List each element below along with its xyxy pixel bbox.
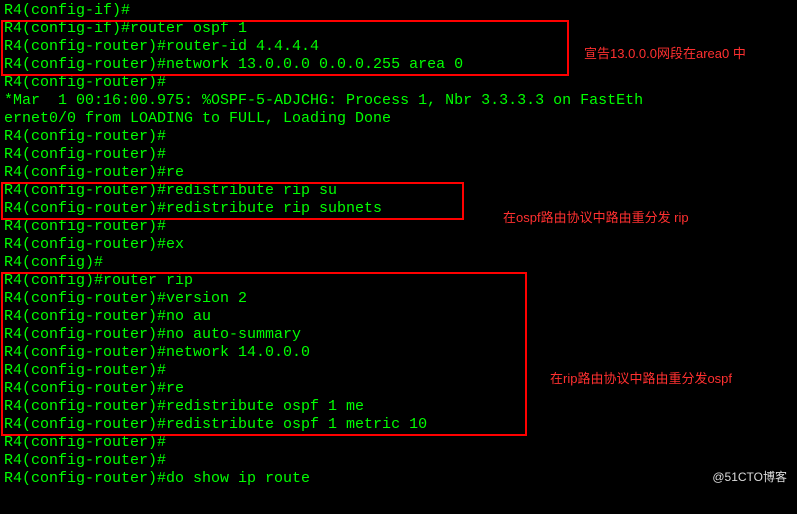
terminal-line: R4(config-router)#do show ip route — [4, 470, 793, 488]
terminal-line: *Mar 1 00:16:00.975: %OSPF-5-ADJCHG: Pro… — [4, 92, 793, 110]
terminal-line: R4(config-router)#redistribute ospf 1 me — [4, 398, 793, 416]
terminal-line: R4(config)#router rip — [4, 272, 793, 290]
terminal-line: ernet0/0 from LOADING to FULL, Loading D… — [4, 110, 793, 128]
terminal-line: R4(config-router)#version 2 — [4, 290, 793, 308]
annotation-redistribute-ospf: 在rip路由协议中路由重分发ospf — [550, 370, 732, 388]
terminal-line: R4(config)# — [4, 254, 793, 272]
watermark: @51CTO博客 — [712, 468, 787, 486]
terminal-line: R4(config-router)# — [4, 434, 793, 452]
terminal-line: R4(config-router)# — [4, 128, 793, 146]
terminal-line: R4(config-if)#router ospf 1 — [4, 20, 793, 38]
annotation-redistribute-rip: 在ospf路由协议中路由重分发 rip — [503, 209, 689, 227]
terminal-line: R4(config-router)#redistribute ospf 1 me… — [4, 416, 793, 434]
terminal-line: R4(config-router)#no au — [4, 308, 793, 326]
terminal-line: R4(config-router)#ex — [4, 236, 793, 254]
terminal-line: R4(config-router)#network 14.0.0.0 — [4, 344, 793, 362]
terminal-line: R4(config-router)# — [4, 74, 793, 92]
terminal-line: R4(config-router)#re — [4, 164, 793, 182]
terminal-line: R4(config-router)# — [4, 146, 793, 164]
terminal-line: R4(config-router)#no auto-summary — [4, 326, 793, 344]
terminal-line: R4(config-router)# — [4, 452, 793, 470]
terminal-line: R4(config-router)#redistribute rip su — [4, 182, 793, 200]
terminal-line: R4(config-if)# — [4, 2, 793, 20]
annotation-ospf: 宣告13.0.0.0网段在area0 中 — [584, 45, 746, 63]
